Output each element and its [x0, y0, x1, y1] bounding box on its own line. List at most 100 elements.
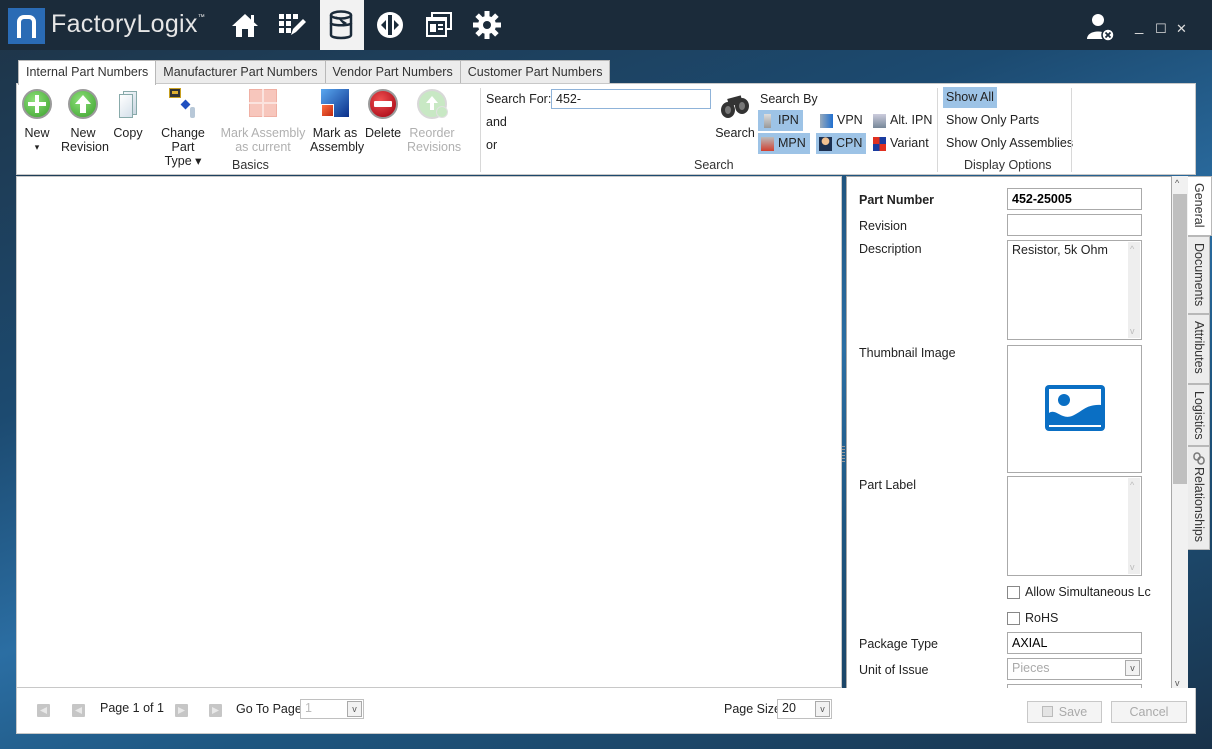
rohs-checkbox[interactable]: RoHS [1007, 611, 1058, 625]
side-tab-relationships[interactable]: Relationships [1188, 446, 1210, 550]
windows-icon[interactable] [417, 0, 461, 50]
parts-database-icon[interactable] [320, 0, 364, 50]
separator [1071, 88, 1072, 172]
maximize-button[interactable]: ☐ [1155, 21, 1167, 37]
chevron-down-icon: v [815, 701, 830, 717]
search-by-label: Search By [760, 92, 818, 106]
basics-group-label: Basics [232, 158, 269, 172]
splitter-handle[interactable] [842, 446, 845, 462]
or-label: or [486, 138, 498, 152]
reorder-revisions-button[interactable]: Reorder Revisions [407, 88, 461, 154]
cancel-button[interactable]: Cancel [1111, 701, 1187, 723]
app-logo-icon [8, 8, 45, 44]
new-button[interactable]: New ▾ [20, 88, 54, 154]
go-to-page-select[interactable]: 1v [300, 699, 364, 719]
alt-ipn-icon [873, 113, 886, 128]
copy-button[interactable]: Copy [111, 88, 145, 140]
delete-button[interactable]: Delete [365, 88, 401, 140]
copy-icon [112, 88, 144, 120]
show-only-assemblies-option[interactable]: Show Only Assemblies [943, 133, 1076, 154]
search-by-vpn[interactable]: VPN [817, 110, 867, 131]
show-all-option[interactable]: Show All [943, 87, 997, 108]
unit-of-issue-select[interactable]: Pieces v [1007, 658, 1142, 680]
change-part-type-button[interactable]: Change Part Type ▾ [148, 88, 218, 168]
binoculars-icon [719, 92, 751, 118]
search-button[interactable]: Search [715, 92, 755, 140]
revision-label: Revision [859, 219, 907, 233]
new-dropdown-arrow: ▾ [34, 142, 40, 152]
assembly-grid-icon [247, 88, 279, 120]
next-page-button[interactable] [175, 704, 188, 717]
allow-simultaneous-checkbox[interactable]: Allow Simultaneous Lc [1007, 585, 1151, 599]
close-button[interactable]: ✕ [1176, 21, 1187, 37]
tab-manufacturer-part-numbers[interactable]: Manufacturer Part Numbers [155, 60, 326, 84]
properties-panel: Part Number Revision Description Resisto… [846, 176, 1172, 690]
package-type-field[interactable] [1007, 632, 1142, 654]
scrollbar-thumb[interactable] [1173, 194, 1187, 484]
part-number-field[interactable] [1007, 188, 1142, 210]
scroll-up-icon[interactable]: ^ [1175, 178, 1179, 188]
page-size-select[interactable]: 20 v [777, 699, 832, 719]
brand-name: FactoryLogix™ [51, 10, 206, 38]
part-label-label: Part Label [859, 478, 916, 492]
title-bar: FactoryLogix™ _ ☐ ✕ [0, 0, 1212, 50]
first-page-button[interactable] [37, 704, 50, 717]
search-by-variant[interactable]: Variant [870, 133, 933, 154]
side-tab-documents[interactable]: Documents [1188, 236, 1210, 314]
grid-edit-icon[interactable] [270, 0, 314, 50]
last-page-button[interactable] [209, 704, 222, 717]
parts-grid[interactable] [16, 176, 842, 688]
home-icon[interactable] [223, 0, 267, 50]
new-revision-button[interactable]: New Revision [61, 88, 109, 154]
page-size-label: Page Size [724, 702, 781, 716]
tab-vendor-part-numbers[interactable]: Vendor Part Numbers [324, 60, 461, 84]
scroll-down-icon[interactable]: v [1175, 678, 1180, 688]
vpn-icon [820, 113, 833, 128]
image-placeholder-icon [1045, 385, 1105, 431]
revision-field[interactable] [1007, 214, 1142, 236]
change-type-icon [167, 88, 199, 120]
properties-scrollbar[interactable]: ^ v [1172, 176, 1188, 690]
ribbon: New ▾ New Revision Copy Change Part Type… [16, 83, 1196, 175]
routing-icon[interactable] [368, 0, 412, 50]
tab-internal-part-numbers[interactable]: Internal Part Numbers [18, 60, 157, 85]
search-by-mpn[interactable]: MPN [758, 133, 810, 154]
thumbnail-image-box[interactable] [1007, 345, 1142, 473]
chevron-down-icon: v [347, 701, 362, 717]
delete-icon [367, 88, 399, 120]
side-tab-attributes[interactable]: Attributes [1188, 314, 1210, 384]
gear-icon[interactable] [465, 0, 509, 50]
search-input[interactable] [551, 89, 711, 109]
unit-of-issue-label: Unit of Issue [859, 663, 929, 677]
search-by-cpn[interactable]: CPN [816, 133, 867, 154]
separator [480, 88, 481, 172]
go-to-page-label: Go To Page [236, 702, 302, 716]
mark-assembly-as-current-button[interactable]: Mark Assembly as current [220, 88, 306, 154]
user-logout-icon[interactable] [1086, 12, 1116, 45]
document-tabs: Internal Part Numbers Manufacturer Part … [18, 60, 611, 85]
description-scrollbar[interactable]: ^ v [1128, 242, 1140, 338]
part-label-field[interactable]: ^ v [1007, 476, 1142, 576]
save-button[interactable]: Save [1027, 701, 1102, 723]
chevron-down-icon: v [1125, 660, 1140, 676]
show-only-parts-option[interactable]: Show Only Parts [943, 110, 1042, 131]
description-label: Description [859, 242, 922, 256]
side-tab-logistics[interactable]: Logistics [1188, 384, 1210, 446]
page-indicator: Page 1 of 1 [100, 701, 164, 715]
search-by-alt-ipn[interactable]: Alt. IPN [870, 110, 936, 131]
previous-page-button[interactable] [72, 704, 85, 717]
side-tab-general[interactable]: General [1188, 176, 1212, 236]
thumbnail-image-label: Thumbnail Image [859, 346, 956, 360]
description-field[interactable]: Resistor, 5k Ohm ^ v [1007, 240, 1142, 340]
mark-as-assembly-button[interactable]: Mark as Assembly [310, 88, 364, 154]
search-by-ipn[interactable]: IPN [758, 110, 803, 131]
mpn-icon [761, 136, 774, 151]
minimize-button[interactable]: _ [1135, 18, 1143, 35]
tab-customer-part-numbers[interactable]: Customer Part Numbers [459, 60, 611, 84]
part-number-label: Part Number [859, 193, 935, 207]
mark-assembly-icon [319, 88, 351, 120]
search-for-label: Search For: [486, 92, 552, 106]
part-label-scrollbar[interactable]: ^ v [1128, 478, 1140, 574]
reorder-icon [416, 88, 448, 120]
variant-icon [873, 136, 886, 151]
